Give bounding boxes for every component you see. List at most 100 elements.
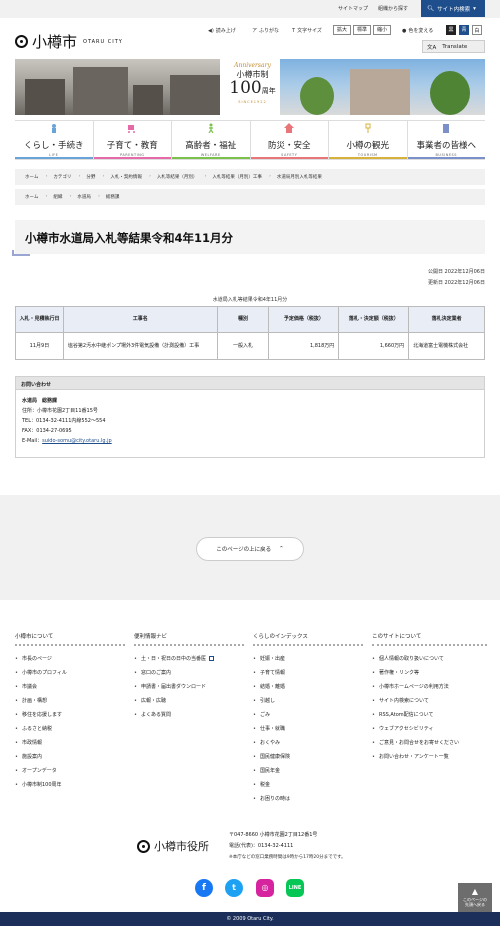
breadcrumb-item[interactable]: ホーム — [19, 174, 48, 180]
org-search-link[interactable]: 組織から探す — [378, 5, 408, 12]
read-aloud-button[interactable]: ◀) 読み上げ — [208, 27, 236, 35]
translate-icon: 文A — [427, 44, 437, 51]
footer-link[interactable]: 市長のページ — [15, 652, 125, 666]
footer-link[interactable]: 仕事・就職 — [253, 722, 363, 736]
footer-link[interactable]: 市政情報 — [15, 736, 125, 750]
instagram-icon[interactable]: ◎ — [256, 879, 274, 897]
color-white-button[interactable]: 白 — [472, 25, 482, 35]
inquiry-dept: 水道局 総務課 — [22, 398, 58, 404]
footer-link[interactable]: 申請書・届出書ダウンロード — [134, 680, 244, 694]
footer-link[interactable]: 個人情報の取り扱いについて — [372, 652, 487, 666]
footer-address: 〒047-8660 小樽市花園2丁目12番1号 電話(代表)：0134-32-4… — [229, 832, 346, 860]
footer-link[interactable]: 国民年金 — [253, 764, 363, 778]
site-search-button[interactable]: 🔍︎ サイト内検索 ▾ — [421, 0, 485, 17]
footer-link[interactable]: 引越し — [253, 694, 363, 708]
footer-link[interactable]: ウェブアクセシビリティ — [372, 722, 487, 736]
house-person-icon — [51, 124, 56, 133]
utility-bar: サイトマップ 組織から探す 🔍︎ サイト内検索 ▾ — [0, 0, 500, 18]
breadcrumb-item[interactable]: ホーム — [19, 194, 48, 200]
furigana-button[interactable]: アふりがな — [252, 27, 279, 34]
footer-col-about-city: 小樽市について 市長のページ 小樽市のプロフィル 市議会 計画・構想 移住を応援… — [15, 632, 125, 792]
published-date: 公開日 2022年12月06日 — [427, 269, 485, 275]
footer-link[interactable]: 窓口のご案内 — [134, 666, 244, 680]
font-size-large-button[interactable]: 拡大 — [333, 25, 352, 35]
footer-link[interactable]: ごみ — [253, 708, 363, 722]
house-icon — [284, 123, 295, 133]
breadcrumb-item[interactable]: 総務課 — [100, 194, 129, 200]
category-parenting[interactable]: 子育て・教育 PARENTING — [92, 121, 171, 159]
inquiry-box: 水道局 総務課 住所：小樽市花園2丁目11番15号 TEL：0134-32-41… — [15, 390, 485, 458]
font-size-small-button[interactable]: 縮小 — [373, 25, 392, 35]
twitter-icon[interactable]: t — [225, 879, 243, 897]
external-link-icon — [209, 656, 215, 661]
footer-link[interactable]: 市議会 — [15, 680, 125, 694]
category-business[interactable]: 事業者の皆様へ BUSINESS — [406, 121, 485, 159]
back-to-top-button[interactable]: このページの上に戻る ⌃ — [196, 537, 304, 561]
footer-link[interactable]: サイト内検索について — [372, 694, 487, 708]
breadcrumb-item[interactable]: 水道局月別入札等結果 — [271, 174, 331, 180]
font-size-standard-button[interactable]: 標準 — [353, 25, 372, 35]
footer-col-title: このサイトについて — [372, 632, 487, 646]
breadcrumb-item[interactable]: 組織 — [47, 194, 71, 200]
site-logo[interactable]: 小樽市 OTARU CITY — [15, 31, 123, 52]
category-safety[interactable]: 防災・安全 SAFETY — [249, 121, 328, 159]
footer-link[interactable]: 小樽市のプロフィル — [15, 666, 125, 680]
footer-link[interactable]: ご意見・お問合せをお寄せください — [372, 736, 487, 750]
footer-link[interactable]: 土・日・祝日の日中の当番医 — [134, 652, 244, 666]
col-header: 予定価格（税抜） — [268, 306, 340, 333]
footer-link[interactable]: オープンデータ — [15, 764, 125, 778]
table-cell: 北海道富士電機株式会社 — [408, 332, 485, 360]
footer-link[interactable]: 小樽市ホームページの利用方法 — [372, 680, 487, 694]
inquiry-tel: TEL：0134-32-4111内線552～554 — [22, 418, 106, 424]
breadcrumb-item[interactable]: 入札等結果（月別）工事 — [206, 174, 271, 180]
footer-link[interactable]: よくある質問 — [134, 708, 244, 722]
category-welfare[interactable]: 高齢者・福祉 WELFARE — [171, 121, 250, 159]
color-change-label: ● 色を変える — [402, 27, 434, 35]
footer-link[interactable]: 施設案内 — [15, 750, 125, 764]
table-cell: 塩谷第2汚水中継ポンプ場外3件電気設備（計測設備）工事 — [62, 332, 218, 360]
translate-button[interactable]: 文A Translate — [422, 40, 485, 53]
footer-link[interactable]: 移住を応援します — [15, 708, 125, 722]
footer-col-title: くらしのインデックス — [253, 632, 363, 646]
breadcrumb-item[interactable]: 入札・契約情報 — [104, 174, 151, 180]
color-blue-button[interactable]: 青 — [459, 25, 469, 35]
category-life[interactable]: くらし・手続き LIFE — [15, 121, 93, 159]
breadcrumb-item[interactable]: カテゴリ — [47, 174, 80, 180]
footer-link[interactable]: お問い合わせ・アンケート一覧 — [372, 750, 487, 764]
facebook-icon[interactable]: f — [195, 879, 213, 897]
footer-link[interactable]: 子育て情報 — [253, 666, 363, 680]
sitemap-link[interactable]: サイトマップ — [338, 5, 368, 12]
breadcrumb-item[interactable]: 水道局 — [71, 194, 100, 200]
footer-link[interactable]: 計画・構想 — [15, 694, 125, 708]
breadcrumb-item[interactable]: 分野 — [80, 174, 104, 180]
historic-photo — [15, 59, 225, 115]
stroller-icon — [128, 125, 136, 133]
col-header: 種別 — [216, 306, 270, 333]
footer-link[interactable]: 広報・広聴 — [134, 694, 244, 708]
footer-col-about-site: このサイトについて 個人情報の取り扱いについて 著作権・リンク等 小樽市ホームペ… — [372, 632, 487, 764]
footer-link[interactable]: RSS,Atom配信について — [372, 708, 487, 722]
table-cell: 1,818万円 — [268, 332, 340, 360]
col-header: 落札決定業者 — [408, 306, 485, 333]
anniversary-banner[interactable]: Anniversary 小樽市制 100周年 SINCE1922 — [15, 59, 485, 115]
copyright: © 2009 Otaru City. — [0, 912, 500, 926]
footer-link[interactable]: 国民健康保険 — [253, 750, 363, 764]
footer-link[interactable]: 結婚・離婚 — [253, 680, 363, 694]
ruby-icon: ア — [252, 28, 258, 34]
footer-logo: 小樽市役所 — [137, 838, 209, 854]
inquiry-fax: FAX：0134-27-0695 — [22, 428, 72, 434]
line-icon[interactable]: LINE — [286, 879, 304, 897]
footer-link[interactable]: 妊娠・出産 — [253, 652, 363, 666]
breadcrumb-item[interactable]: 入札等結果（月別） — [151, 174, 207, 180]
footer-link[interactable]: 小樽市制100周年 — [15, 778, 125, 792]
footer-link[interactable]: お困りの時は — [253, 792, 363, 806]
table-caption: 水道局入札等結果令和4年11月分 — [212, 297, 288, 303]
footer-link[interactable]: 税金 — [253, 778, 363, 792]
chevron-down-icon: ▾ — [473, 5, 476, 12]
email-link[interactable]: suido-somu@city.otaru.lg.jp — [42, 438, 112, 444]
category-tourism[interactable]: 小樽の観光 TOURISM — [328, 121, 407, 159]
footer-link[interactable]: ふるさと納税 — [15, 722, 125, 736]
color-black-button[interactable]: 黒 — [446, 25, 456, 35]
footer-link[interactable]: 著作権・リンク等 — [372, 666, 487, 680]
footer-link[interactable]: おくやみ — [253, 736, 363, 750]
